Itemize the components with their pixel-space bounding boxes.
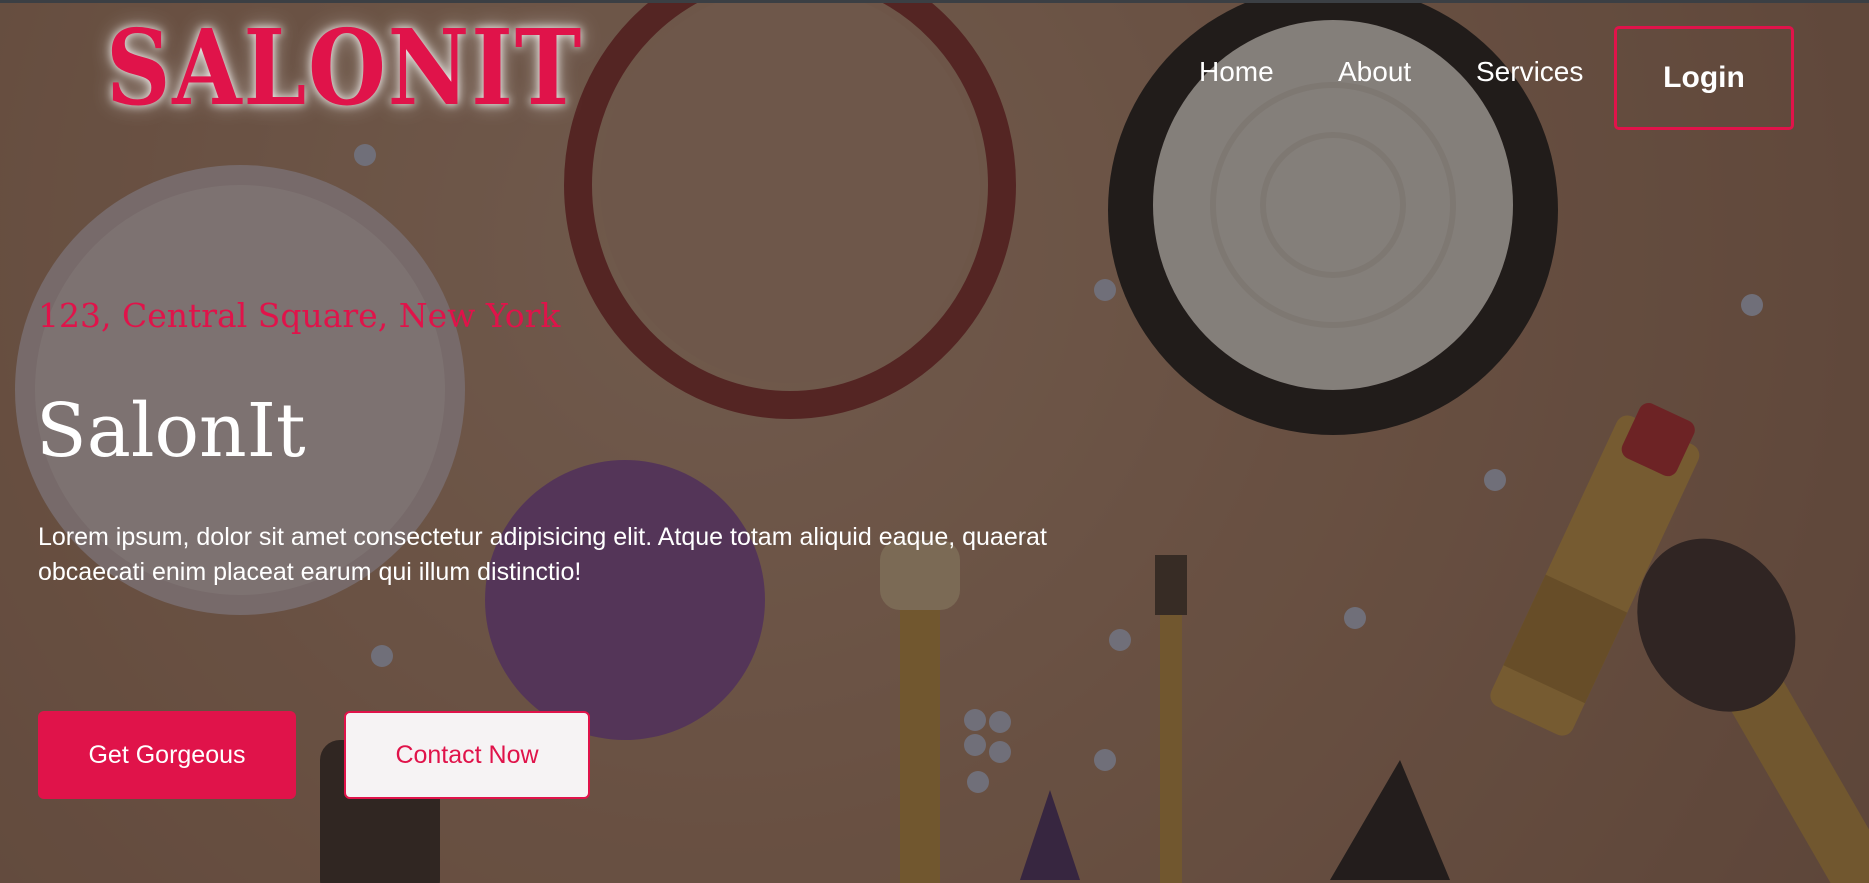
site-logo[interactable]: SALONIT xyxy=(106,16,583,120)
get-gorgeous-button[interactable]: Get Gorgeous xyxy=(38,711,296,799)
nav-link-home[interactable]: Home xyxy=(1199,56,1274,88)
nav-link-about[interactable]: About xyxy=(1338,56,1411,88)
hero-address: 123, Central Square, New York xyxy=(38,296,561,335)
nav-link-services[interactable]: Services xyxy=(1476,56,1583,88)
landing-page: SALONIT Home About Services Login 123, C… xyxy=(0,0,1869,883)
login-button[interactable]: Login xyxy=(1614,26,1794,130)
contact-now-button[interactable]: Contact Now xyxy=(344,711,590,799)
get-gorgeous-button-label: Get Gorgeous xyxy=(88,740,246,769)
hero-title: SalonIt xyxy=(36,388,306,474)
top-border xyxy=(0,0,1869,3)
hero-description: Lorem ipsum, dolor sit amet consectetur … xyxy=(38,523,1047,586)
login-button-label: Login xyxy=(1663,61,1745,94)
contact-now-button-label: Contact Now xyxy=(395,740,539,769)
